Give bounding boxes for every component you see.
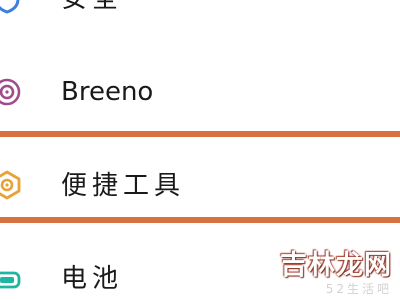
settings-item-breeno[interactable]: Breeno (0, 62, 400, 122)
watermark-subtext: 52生活吧 (325, 282, 392, 296)
watermark: 吉林龙网 52生活吧 (280, 252, 392, 295)
settings-item-label: Breeno (61, 77, 154, 107)
settings-item-label: 便捷工具 (61, 171, 186, 201)
breeno-icon (0, 78, 21, 106)
watermark-brand: 吉林龙网 (280, 250, 392, 281)
battery-icon (0, 271, 21, 289)
settings-item-convenience-tools[interactable]: 便捷工具 (0, 155, 400, 215)
settings-item-label: 电池 (61, 264, 124, 294)
highlight-box-top-edge (0, 131, 400, 137)
convenience-tools-icon (0, 170, 21, 200)
settings-screen: 安全 Breeno 便捷工具 电池 吉林龙网 52生活吧 (0, 0, 400, 300)
highlight-box-bottom-edge (0, 217, 400, 223)
settings-item-label: 安全 (61, 0, 123, 14)
settings-item-security[interactable]: 安全 (0, 0, 400, 30)
security-icon (0, 0, 20, 14)
